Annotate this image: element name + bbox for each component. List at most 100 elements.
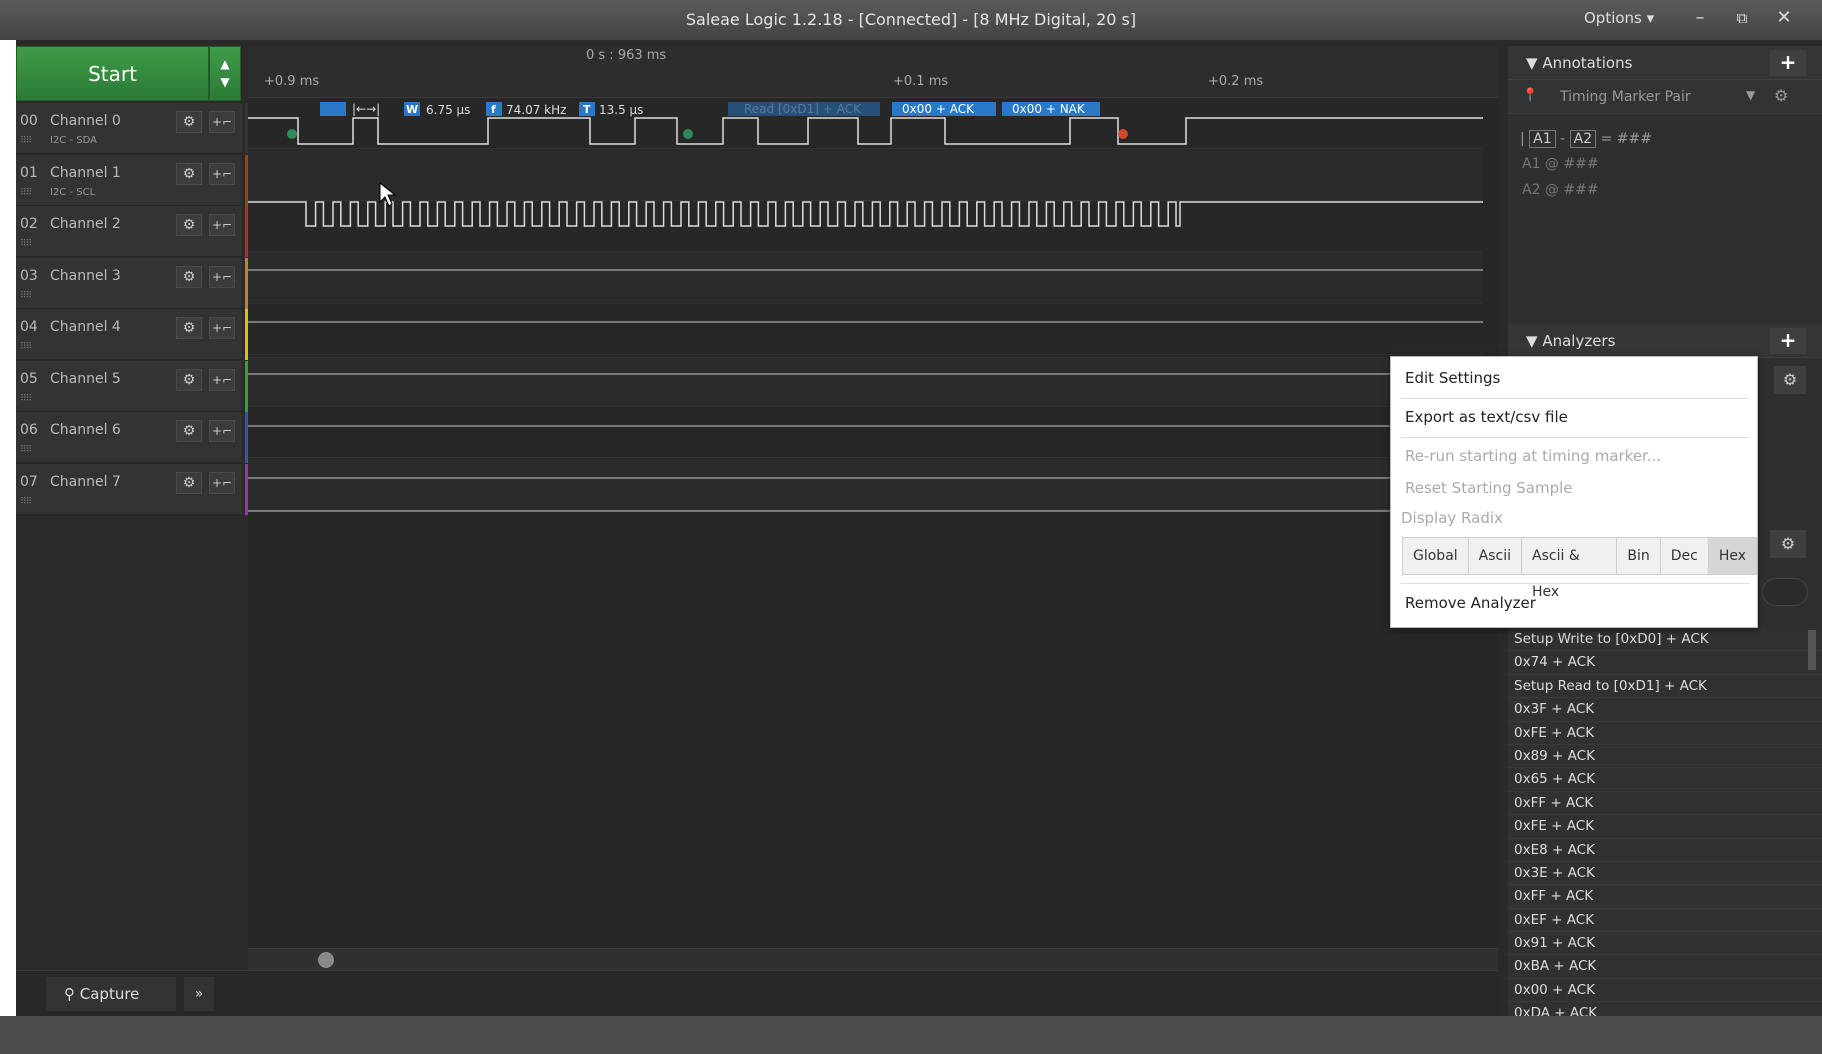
gear-icon[interactable]: ⚙ [176, 214, 202, 236]
minimize-button[interactable]: – [1685, 4, 1715, 32]
trigger-icon[interactable]: +⌐ [209, 317, 235, 339]
radix-dec-button[interactable]: Dec [1660, 538, 1709, 574]
channel-row[interactable]: 07 Channel 7 ⠿⠿ ⚙ +⌐ [16, 463, 252, 515]
more-tabs-button[interactable]: » [184, 977, 214, 1011]
channel-row[interactable]: 05 Channel 5 ⠿⠿ ⚙ +⌐ [16, 360, 252, 412]
gear-icon[interactable]: ⚙ [176, 162, 202, 185]
channel-name[interactable]: Channel 0 [50, 113, 121, 129]
result-row[interactable]: 0x74 + ACK [1508, 651, 1822, 675]
channel-name[interactable]: Channel 2 [50, 216, 121, 232]
capture-tab[interactable]: ⚲ Capture [46, 977, 176, 1011]
f-badge-label: f [491, 103, 496, 116]
result-row[interactable]: Setup Write to [0xD0] + ACK [1508, 628, 1822, 652]
window-title: Saleae Logic 1.2.18 - [Connected] - [8 M… [685, 10, 1137, 29]
annotations-header[interactable]: ▼ Annotations + [1508, 46, 1822, 80]
radix-ascii-button[interactable]: Ascii [1468, 538, 1523, 574]
gear-icon[interactable]: ⚙ [1774, 366, 1806, 394]
result-row[interactable]: 0x3F + ACK [1508, 698, 1822, 722]
add-annotation-button[interactable]: + [1770, 50, 1806, 76]
drag-handle-icon[interactable]: ⠿⠿ [20, 136, 32, 146]
result-row[interactable]: 0x00 + ACK [1508, 978, 1822, 1003]
a1-marker-button[interactable]: A1 [1529, 130, 1556, 148]
gear-icon[interactable]: ⚙ [1770, 530, 1806, 558]
radix-ascii-hex-button[interactable]: Ascii & Hex [1522, 538, 1618, 600]
result-row[interactable]: 0xE8 + ACK [1508, 838, 1822, 862]
result-row[interactable]: 0xFE + ACK [1508, 721, 1822, 745]
drag-handle-icon[interactable]: ⠿⠿ [20, 342, 32, 352]
trigger-icon[interactable]: +⌐ [209, 162, 235, 185]
decoded-bubble-nak-text: 0x00 + NAK [1012, 102, 1086, 116]
search-field[interactable] [1762, 578, 1808, 606]
drag-handle-icon[interactable]: ⠿⠿ [20, 497, 32, 507]
result-row[interactable]: 0xFF + ACK [1508, 791, 1822, 816]
annotations-title: ▼ Annotations [1526, 54, 1633, 72]
channel-row[interactable]: 04 Channel 4 ⠿⠿ ⚙ +⌐ [16, 309, 252, 360]
radix-bin-button[interactable]: Bin [1617, 538, 1661, 574]
channel-name[interactable]: Channel 5 [50, 371, 121, 387]
result-row[interactable]: 0x3E + ACK [1508, 861, 1822, 886]
channel-name[interactable]: Channel 3 [50, 268, 121, 284]
gear-icon[interactable]: ⚙ [176, 420, 202, 442]
close-button[interactable]: ✕ [1769, 4, 1799, 32]
channel-name[interactable]: Channel 7 [50, 474, 121, 490]
horizontal-scrollbar[interactable] [248, 948, 1498, 970]
annotation-a1-row: A1 @ ### [1522, 156, 1599, 172]
results-scrollbar[interactable] [1808, 630, 1816, 670]
trigger-icon[interactable]: +⌐ [209, 111, 235, 133]
channel-name[interactable]: Channel 4 [50, 319, 121, 335]
stop-marker [1118, 129, 1128, 139]
gear-icon[interactable]: ⚙ [176, 111, 202, 133]
waveform-area[interactable]: 0 s : 963 ms +0.9 ms +0.1 ms +0.2 ms |←→… [248, 46, 1498, 1006]
trigger-icon[interactable]: +⌐ [209, 265, 235, 288]
channel-name[interactable]: Channel 1 [50, 165, 121, 181]
channel-row[interactable]: 06 Channel 6 ⠿⠿ ⚙ +⌐ [16, 412, 252, 463]
result-row[interactable]: Setup Read to [0xD1] + ACK [1508, 674, 1822, 699]
result-row[interactable]: 0xEF + ACK [1508, 908, 1822, 933]
result-row[interactable]: 0xFE + ACK [1508, 815, 1822, 839]
channel-number: 02 [20, 216, 38, 232]
export-csv-item[interactable]: Export as text/csv file [1405, 408, 1568, 426]
start-marker [287, 129, 297, 139]
remove-analyzer-item[interactable]: Remove Analyzer [1405, 594, 1536, 612]
channel-name[interactable]: Channel 6 [50, 422, 121, 438]
result-row[interactable]: 0xDA + ACK [1508, 1002, 1822, 1016]
channel-row[interactable]: 02 Channel 2 ⠿⠿ ⚙ +⌐ [16, 206, 252, 257]
add-analyzer-button[interactable]: + [1770, 328, 1806, 354]
gear-icon[interactable]: ⚙ [176, 317, 202, 339]
chevron-down-icon[interactable]: ▼ [1746, 88, 1755, 102]
trigger-icon[interactable]: +⌐ [209, 420, 235, 442]
scroll-thumb[interactable] [318, 952, 334, 968]
channel-row[interactable]: 01 Channel 1 I2C - SCL ⠿⠿ ⚙ +⌐ [16, 154, 252, 206]
time-ruler[interactable]: 0 s : 963 ms +0.9 ms +0.1 ms +0.2 ms [248, 46, 1498, 98]
channel-row[interactable]: 00 Channel 0 I2C - SDA ⠿⠿ ⚙ +⌐ [16, 103, 252, 154]
trigger-icon[interactable]: +⌐ [209, 214, 235, 236]
channel-row[interactable]: 03 Channel 3 ⠿⠿ ⚙ +⌐ [16, 257, 252, 309]
gear-icon[interactable]: ⚙ [176, 368, 202, 391]
restore-button[interactable]: ⧉ [1727, 4, 1757, 32]
trigger-icon[interactable]: +⌐ [209, 368, 235, 391]
decoded-results-list[interactable]: Setup Write to [0xD0] + ACK 0x74 + ACK Set… [1508, 628, 1822, 1016]
result-row[interactable]: 0x89 + ACK [1508, 744, 1822, 769]
options-menu[interactable]: Options ▾ [1584, 9, 1654, 27]
a2-marker-button[interactable]: A2 [1569, 130, 1597, 148]
drag-handle-icon[interactable]: ⠿⠿ [20, 291, 32, 301]
start-button[interactable]: Start [16, 46, 209, 101]
start-options-button[interactable]: ▲ ▼ [209, 46, 241, 101]
result-row[interactable]: 0xBA + ACK [1508, 955, 1822, 979]
result-row[interactable]: 0x91 + ACK [1508, 932, 1822, 956]
drag-handle-icon[interactable]: ⠿⠿ [20, 239, 32, 249]
gear-icon[interactable]: ⚙ [176, 471, 202, 494]
edit-settings-item[interactable]: Edit Settings [1405, 369, 1500, 387]
gear-icon[interactable]: ⚙ [176, 265, 202, 288]
radix-global-button[interactable]: Global [1403, 538, 1469, 574]
result-row[interactable]: 0xFF + ACK [1508, 885, 1822, 909]
result-row[interactable]: 0x65 + ACK [1508, 768, 1822, 792]
trigger-icon[interactable]: +⌐ [209, 471, 235, 494]
drag-handle-icon[interactable]: ⠿⠿ [20, 188, 32, 198]
drag-handle-icon[interactable]: ⠿⠿ [20, 394, 32, 404]
radix-hex-button[interactable]: Hex [1708, 538, 1756, 574]
drag-handle-icon[interactable]: ⠿⠿ [20, 445, 32, 455]
analyzers-header[interactable]: ▼ Analyzers + [1508, 324, 1822, 358]
timing-marker-pair-row[interactable]: 📍 Timing Marker Pair ▼ ⚙ [1508, 80, 1822, 114]
gear-icon[interactable]: ⚙ [1774, 86, 1788, 105]
